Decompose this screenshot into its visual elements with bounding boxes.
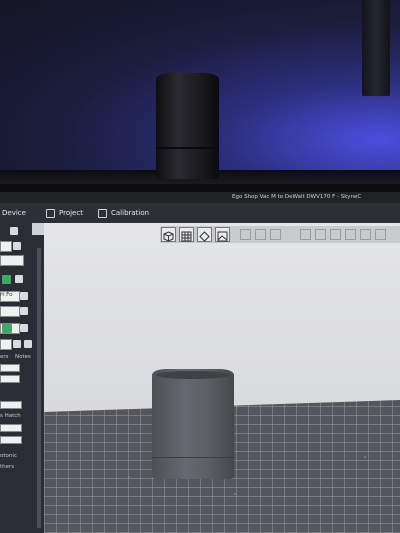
move-icon[interactable] bbox=[300, 229, 311, 240]
model-seam bbox=[152, 457, 234, 458]
tool-icon[interactable] bbox=[360, 229, 371, 240]
grid-icon[interactable] bbox=[179, 227, 194, 242]
bed-marker bbox=[364, 456, 366, 458]
tool-icon[interactable] bbox=[375, 229, 386, 240]
undo-icon[interactable] bbox=[32, 223, 44, 235]
search-icon[interactable] bbox=[24, 340, 32, 348]
cube-icon[interactable] bbox=[161, 227, 176, 242]
image-icon[interactable] bbox=[215, 227, 230, 242]
sidebar-label-otonic: otonic bbox=[0, 453, 17, 459]
sidebar-field[interactable] bbox=[0, 364, 20, 372]
green-status-icon[interactable] bbox=[2, 275, 11, 284]
settings-sidebar: rt Fo ers Notes s Hatch otonic thers bbox=[0, 223, 44, 533]
toggle-switch[interactable] bbox=[2, 324, 12, 333]
edit-icon[interactable] bbox=[20, 324, 28, 332]
sidebar-field[interactable] bbox=[0, 375, 20, 383]
rotate-icon[interactable] bbox=[197, 227, 212, 242]
view-toolbar bbox=[160, 226, 400, 243]
sidebar-label-fo: rt Fo bbox=[0, 292, 13, 298]
model-rim bbox=[156, 371, 230, 379]
save-icon[interactable] bbox=[13, 340, 21, 348]
wall-mount bbox=[362, 0, 390, 96]
tool-icon[interactable] bbox=[255, 229, 266, 240]
menu-calibration-label: Calibration bbox=[111, 209, 150, 217]
sidebar-label-thers: thers bbox=[0, 464, 15, 470]
calibration-icon bbox=[98, 208, 107, 218]
adapter-band bbox=[156, 147, 219, 149]
window-titlebar: Ego Shop Vac M to DeWalt DWV170 F - Skyn… bbox=[0, 192, 400, 203]
bed-marker bbox=[234, 493, 236, 495]
menu-calibration[interactable]: Calibration bbox=[98, 203, 149, 223]
menu-project[interactable]: Project bbox=[46, 203, 83, 223]
sidebar-label-notes[interactable]: Notes bbox=[15, 354, 31, 360]
project-icon bbox=[46, 208, 55, 218]
sidebar-field[interactable] bbox=[0, 339, 12, 350]
sidebar-field[interactable] bbox=[0, 424, 22, 432]
monitor-screen: Ego Shop Vac M to DeWalt DWV170 F - Skyn… bbox=[0, 192, 400, 533]
tool-icon[interactable] bbox=[240, 229, 251, 240]
menu-project-label: Project bbox=[59, 209, 83, 217]
sidebar-field[interactable] bbox=[0, 306, 20, 317]
tool-icon[interactable] bbox=[270, 229, 281, 240]
sidebar-field[interactable] bbox=[0, 401, 22, 409]
3d-viewport[interactable] bbox=[32, 223, 400, 533]
3d-model-adapter[interactable] bbox=[152, 369, 234, 479]
tool-icon[interactable] bbox=[345, 229, 356, 240]
swap-icon[interactable] bbox=[15, 275, 23, 283]
sidebar-toggle-icon[interactable] bbox=[10, 227, 18, 235]
physical-printed-adapter bbox=[156, 73, 219, 179]
sidebar-field[interactable] bbox=[0, 241, 12, 252]
menu-device-label: Device bbox=[2, 209, 26, 217]
sidebar-scrollbar[interactable] bbox=[37, 248, 41, 528]
menu-device[interactable]: Device bbox=[2, 203, 26, 223]
tool-icon[interactable] bbox=[315, 229, 326, 240]
sidebar-field[interactable] bbox=[0, 436, 22, 444]
edit-icon[interactable] bbox=[20, 292, 28, 300]
bed-marker bbox=[128, 476, 130, 478]
menubar: Device Project Calibration bbox=[0, 203, 400, 223]
sidebar-label-ers: ers bbox=[0, 354, 9, 360]
edit-icon[interactable] bbox=[20, 307, 28, 315]
edit-icon[interactable] bbox=[13, 242, 21, 250]
sidebar-field[interactable] bbox=[0, 255, 24, 266]
window-title: Ego Shop Vac M to DeWalt DWV170 F - Skyn… bbox=[232, 194, 362, 200]
sidebar-label-hatch: s Hatch bbox=[0, 413, 21, 419]
tool-icon[interactable] bbox=[330, 229, 341, 240]
